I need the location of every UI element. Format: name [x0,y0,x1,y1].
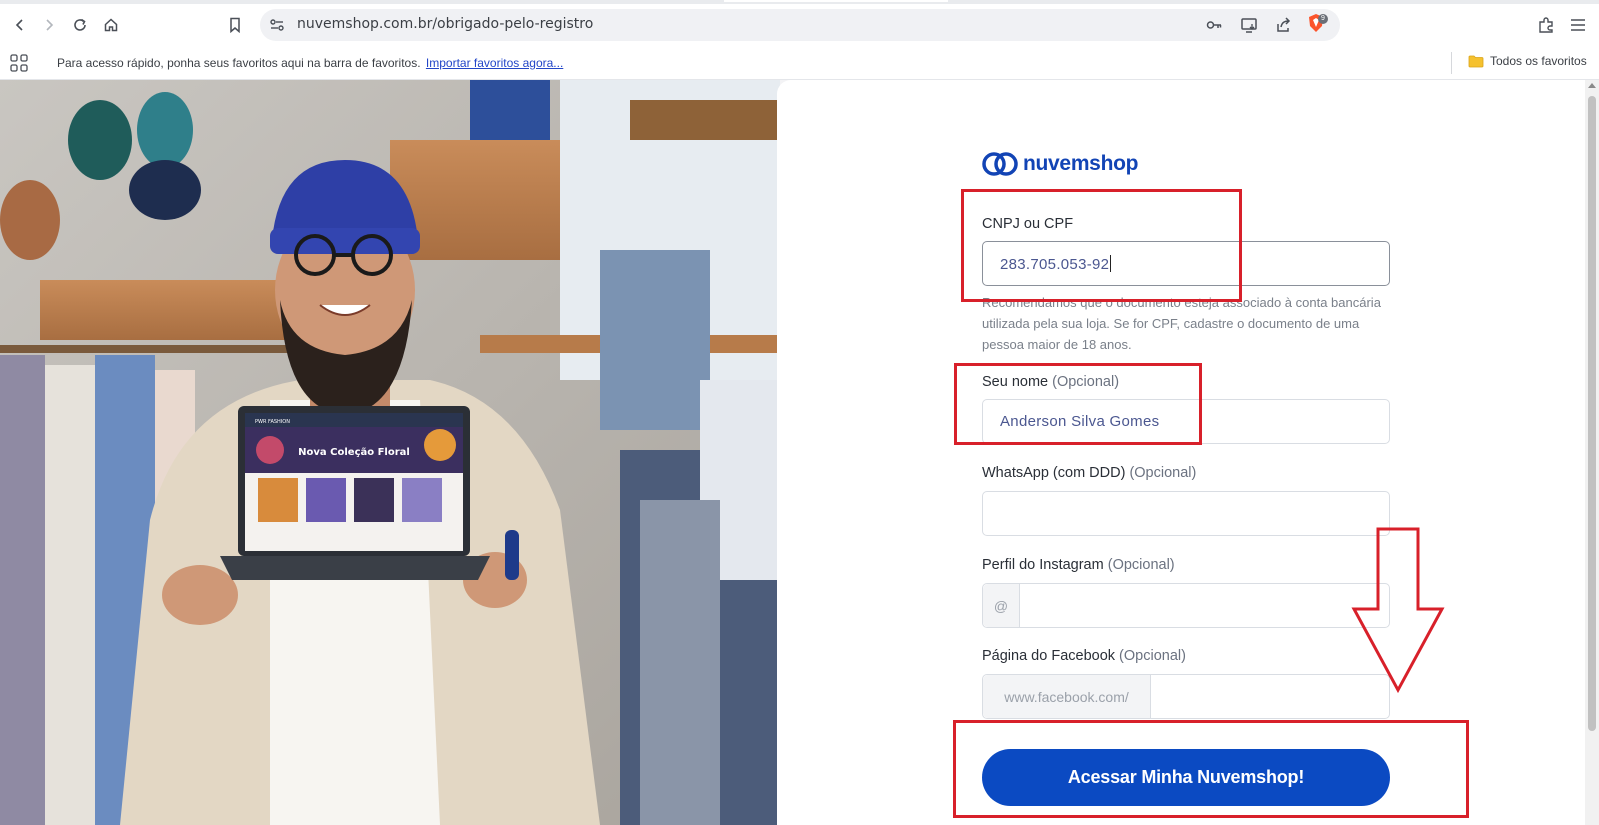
extensions-icon[interactable] [1535,14,1557,36]
instagram-label-text: Perfil do Instagram [982,557,1104,573]
whatsapp-optional-tag: (Opcional) [1129,465,1197,481]
laptop-image [220,406,490,580]
facebook-url-prefix: www.facebook.com/ [983,675,1151,718]
whatsapp-label-text: WhatsApp (com DDD) [982,465,1126,481]
apps-grid-icon[interactable] [10,54,28,77]
install-app-icon[interactable] [1240,16,1258,39]
facebook-label: Página do Facebook (Opcional) [982,648,1186,664]
all-bookmarks-label: Todos os favoritos [1490,54,1587,68]
page-scrollbar[interactable] [1585,80,1599,825]
password-key-icon[interactable] [1205,16,1223,39]
facebook-optional-tag: (Opcional) [1119,648,1186,664]
instagram-label: Perfil do Instagram (Opcional) [982,557,1175,573]
facebook-field[interactable]: www.facebook.com/ [982,674,1390,719]
facebook-label-text: Página do Facebook [982,648,1116,664]
laptop-banner-title: Nova Coleção Floral [298,447,410,458]
nuvemshop-cloud-icon [982,152,1018,176]
home-icon[interactable] [100,14,122,36]
all-bookmarks-button[interactable]: Todos os favoritos [1468,54,1587,68]
bookmarks-separator [1451,52,1452,74]
address-bar[interactable]: nuvemshop.com.br/obrigado-pelo-registro [260,9,1340,41]
annotation-down-arrow-icon [1351,527,1445,694]
back-icon[interactable] [9,14,31,36]
bookmarks-hint: Para acesso rápido, ponha seus favoritos… [57,56,421,70]
bookmarks-bar-message: Para acesso rápido, ponha seus favoritos… [57,56,563,70]
whatsapp-field[interactable] [982,491,1390,536]
scrollbar-thumb[interactable] [1588,96,1596,731]
nuvemshop-logo: nuvemshop [982,151,1138,177]
reload-icon[interactable] [69,14,91,36]
annotation-box-cnpj [961,189,1242,302]
brand-name: nuvemshop [1023,152,1139,175]
folder-icon [1468,55,1484,67]
import-bookmarks-link[interactable]: Importar favoritos agora... [426,56,563,70]
bookmark-icon[interactable] [224,14,246,36]
annotation-box-submit [953,720,1469,818]
annotation-box-name [954,363,1202,445]
scroll-up-icon[interactable] [1588,83,1596,88]
instagram-at-prefix: @ [983,584,1020,627]
menu-icon[interactable] [1567,14,1589,36]
shield-count-badge: 9 [1318,14,1328,24]
tab-strip [0,0,1599,4]
laptop-store-name: PWR FASHION [255,419,290,425]
instagram-optional-tag: (Opcional) [1107,557,1175,573]
site-settings-icon[interactable] [268,16,286,39]
bookmarks-bar: Para acesso rápido, ponha seus favoritos… [0,46,1599,80]
whatsapp-label: WhatsApp (com DDD) (Opcional) [982,465,1196,481]
instagram-field[interactable]: @ [982,583,1390,628]
hero-photo: PWR FASHION Nova Coleção Floral [0,80,780,825]
url-text[interactable]: nuvemshop.com.br/obrigado-pelo-registro [297,16,593,32]
share-icon[interactable] [1274,16,1292,39]
forward-icon[interactable] [38,14,60,36]
browser-toolbar: nuvemshop.com.br/obrigado-pelo-registro … [0,0,1599,46]
store-scene-image: PWR FASHION Nova Coleção Floral [0,80,780,825]
active-tab-indicator [724,0,948,2]
